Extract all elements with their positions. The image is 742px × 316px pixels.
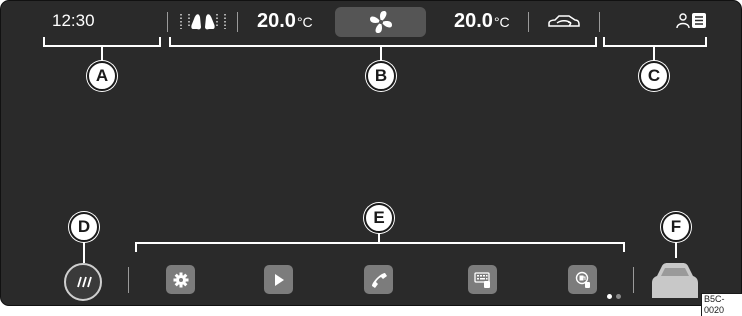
vehicle-button[interactable] bbox=[649, 258, 701, 298]
left-temperature[interactable]: 20.0°C bbox=[257, 10, 313, 33]
callout-b: B bbox=[366, 61, 396, 91]
seat-heating-icon[interactable] bbox=[177, 9, 229, 35]
separator bbox=[633, 267, 634, 293]
image-code: B5C-0020 bbox=[701, 293, 742, 316]
callout-f-stem bbox=[675, 242, 677, 258]
right-temperature-unit: °C bbox=[493, 14, 510, 30]
settings-icon bbox=[173, 272, 189, 288]
separator bbox=[167, 12, 168, 32]
bracket-b bbox=[169, 37, 597, 47]
menu-slashes-icon bbox=[74, 276, 92, 288]
fan-icon bbox=[369, 10, 393, 34]
callout-a-stem bbox=[101, 45, 103, 61]
callout-c: C bbox=[639, 61, 669, 91]
left-temperature-unit: °C bbox=[296, 14, 313, 30]
callout-e: E bbox=[364, 203, 394, 233]
fan-button[interactable] bbox=[335, 7, 426, 37]
user-profile-icon[interactable] bbox=[676, 13, 690, 29]
clock: 12:30 bbox=[52, 11, 95, 30]
keyboard-phone-button[interactable] bbox=[468, 265, 497, 294]
keyboard-phone-icon bbox=[473, 271, 492, 289]
callout-f: F bbox=[661, 212, 691, 242]
page-indicator-dot bbox=[616, 294, 621, 299]
menu-list-icon[interactable] bbox=[692, 13, 706, 28]
phone-button[interactable] bbox=[364, 265, 393, 294]
infotainment-screen: 12:30 20.0°C 20.0°C A B C D E F bbox=[0, 0, 742, 306]
bracket-c bbox=[603, 37, 707, 47]
menu-button[interactable] bbox=[64, 263, 102, 301]
separator bbox=[237, 12, 238, 32]
page-indicator-dot-active bbox=[607, 294, 612, 299]
callout-b-stem bbox=[380, 45, 382, 61]
media-button[interactable] bbox=[264, 265, 293, 294]
separator bbox=[528, 12, 529, 32]
left-temperature-value: 20.0 bbox=[257, 10, 296, 32]
callout-c-stem bbox=[653, 45, 655, 61]
fuel-icon bbox=[574, 271, 592, 289]
separator bbox=[599, 12, 600, 32]
right-temperature[interactable]: 20.0°C bbox=[454, 10, 510, 33]
callout-a: A bbox=[87, 61, 117, 91]
settings-button[interactable] bbox=[166, 265, 195, 294]
separator bbox=[128, 267, 129, 293]
car-recirculation-icon[interactable] bbox=[547, 14, 581, 30]
callout-e-stem bbox=[378, 233, 380, 242]
callout-d-stem bbox=[83, 242, 85, 263]
callout-d: D bbox=[69, 212, 99, 242]
phone-icon bbox=[370, 271, 388, 289]
bracket-e bbox=[135, 242, 625, 252]
right-temperature-value: 20.0 bbox=[454, 10, 493, 32]
play-icon bbox=[272, 273, 286, 287]
fuel-button[interactable] bbox=[568, 265, 597, 294]
car-front-icon bbox=[649, 258, 701, 303]
